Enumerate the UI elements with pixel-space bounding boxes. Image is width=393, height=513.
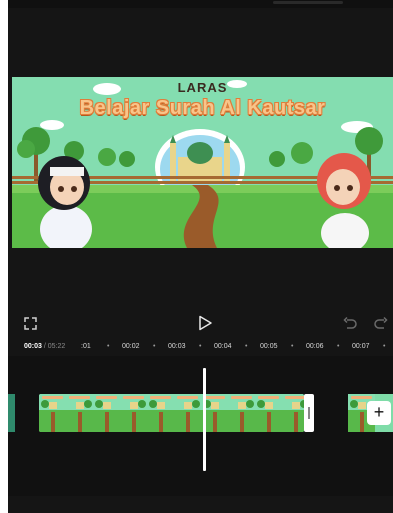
clip-frame: [255, 394, 282, 432]
current-time: 00:03: [24, 343, 42, 350]
ruler-tick: 00:06: [306, 343, 324, 350]
trim-grip-icon: [308, 407, 310, 419]
ruler-tick: 00:05: [260, 343, 278, 350]
tree: [355, 127, 383, 155]
status-bar: [8, 0, 393, 8]
cloud: [40, 120, 64, 130]
character-right-face: [326, 169, 360, 205]
add-clip-button[interactable]: +: [367, 401, 391, 425]
ruler-tick: 00:04: [214, 343, 232, 350]
fullscreen-icon[interactable]: [24, 317, 37, 335]
status-pill: [273, 1, 343, 4]
clip-frame: [228, 394, 255, 432]
eye: [334, 185, 340, 191]
redo-icon[interactable]: [374, 316, 388, 335]
tree: [119, 151, 135, 167]
ruler-dot: •: [383, 343, 386, 350]
clip-frame: [282, 394, 304, 432]
ruler-dot: •: [245, 343, 248, 350]
playhead[interactable]: [203, 368, 206, 471]
time-display: 00:03 / 05:22: [24, 343, 65, 350]
thumbnail-title: LARAS: [177, 80, 228, 95]
trim-handle[interactable]: [304, 394, 314, 432]
ruler-dot: •: [107, 343, 110, 350]
tree: [269, 151, 285, 167]
total-duration: 05:22: [47, 343, 66, 350]
ruler-dot: •: [337, 343, 340, 350]
ruler-dot: •: [199, 343, 202, 350]
time-ruler[interactable]: 00:03 / 05:22 :01 • 00:02 • 00:03 • 00:0…: [8, 342, 393, 356]
ruler-tick: :01: [81, 343, 91, 350]
ruler-tick: 00:03: [168, 343, 186, 350]
tree: [291, 142, 313, 164]
mosque-dome: [187, 142, 213, 164]
fullscreen-icon-graphic: [24, 317, 37, 330]
undo-icon-graphic: [343, 316, 357, 329]
timeline[interactable]: +: [8, 356, 393, 496]
ruler-dot: •: [153, 343, 156, 350]
clip-frame: [93, 394, 120, 432]
video-preview[interactable]: LARAS Belajar Surah Al Kautsar: [12, 77, 393, 248]
character-left-band: [50, 167, 84, 176]
ruler-dot: •: [291, 343, 294, 350]
play-icon-graphic: [199, 315, 212, 331]
play-icon[interactable]: [198, 315, 213, 336]
eye: [71, 186, 77, 192]
clip-frame: [174, 394, 201, 432]
eye: [58, 186, 64, 192]
tree: [98, 148, 116, 166]
video-clip[interactable]: [39, 394, 304, 432]
video-editor-app: LARAS Belajar Surah Al Kautsar 00:03 / 0…: [8, 0, 393, 513]
minaret: [170, 143, 176, 181]
minaret: [224, 143, 230, 181]
thumbnail-subtitle: Belajar Surah Al Kautsar: [79, 97, 326, 119]
clip-frame: [39, 394, 66, 432]
ruler-tick: 00:07: [352, 343, 370, 350]
ruler-tick: 00:02: [122, 343, 140, 350]
undo-icon[interactable]: [343, 316, 357, 335]
tree: [17, 140, 35, 158]
playback-controls: [8, 310, 393, 336]
clip-frame: [66, 394, 93, 432]
clip-frame: [120, 394, 147, 432]
previous-clip-edge[interactable]: [8, 394, 15, 432]
redo-icon-graphic: [374, 316, 388, 329]
eye: [347, 185, 353, 191]
clip-frame: [147, 394, 174, 432]
